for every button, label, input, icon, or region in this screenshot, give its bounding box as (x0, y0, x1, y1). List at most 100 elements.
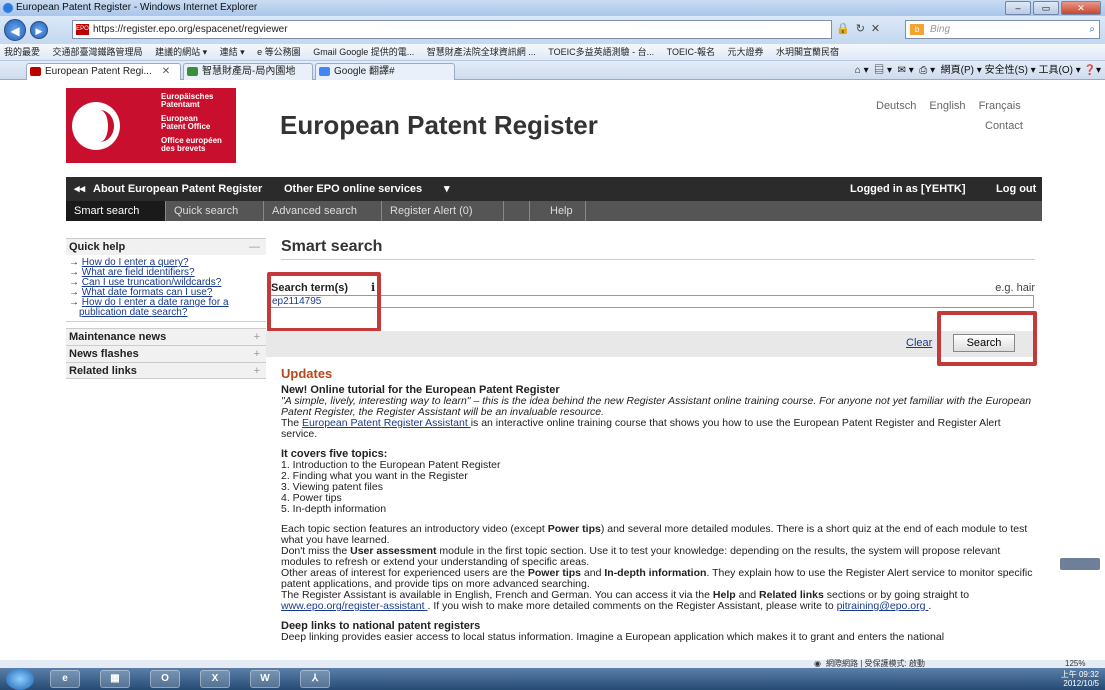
example-hint: e.g. hair (995, 282, 1035, 294)
update-paragraph: Deep linking provides easier access to l… (281, 631, 945, 643)
favorite-item[interactable]: TOEIC多益英語測驗 - 台... (548, 47, 654, 57)
lang-deutsch[interactable]: Deutsch (876, 100, 916, 112)
favorite-item[interactable]: 我的最愛 (4, 47, 40, 57)
other-services-link[interactable]: Other EPO online services (284, 177, 422, 201)
tab-epo[interactable]: European Patent Regi... ✕ (26, 63, 181, 80)
favorite-item[interactable]: 連結 ▾ (220, 47, 245, 57)
excel-taskbar-icon[interactable]: X (200, 670, 230, 688)
favorite-item[interactable]: Gmail Google 提供的電... (313, 47, 414, 57)
favorites-bar: 我的最愛 交通部臺灣鐵路管理局 建議的網站 ▾ 連結 ▾ e 等公務園 Gmai… (0, 44, 1105, 61)
lang-english[interactable]: English (929, 100, 965, 112)
lock-icon[interactable]: 🔒 (836, 23, 856, 35)
maintenance-news-header[interactable]: Maintenance news + (66, 328, 266, 345)
back-button[interactable]: ◀ (4, 19, 26, 41)
minimize-button[interactable]: – (1005, 1, 1031, 15)
tab-google-translate[interactable]: Google 翻譯# (315, 63, 455, 80)
lang-francais[interactable]: Français (979, 100, 1021, 112)
collapse-icon[interactable]: — (249, 239, 260, 256)
favorite-item[interactable]: 智慧財產法院全球資訊網 ... (427, 47, 536, 57)
highlight-box-search-terms (267, 272, 381, 332)
mail-icon[interactable]: ✉ ▾ (898, 65, 914, 76)
register-assistant-link[interactable]: European Patent Register Assistant (302, 417, 471, 429)
epo-tab-icon (30, 67, 41, 76)
logo-text: Patentamt (161, 100, 200, 109)
tab-row: European Patent Regi... ✕ 智慧財產局-局內園地 Goog… (0, 61, 1105, 80)
training-email-link[interactable]: pitraining@epo.org (837, 600, 929, 612)
tab-tipo[interactable]: 智慧財產局-局內園地 (183, 63, 313, 80)
address-bar[interactable]: EPO https://register.epo.org/espacenet/r… (72, 20, 832, 39)
tipo-tab-icon (187, 67, 198, 76)
language-links: Deutsch English Français (866, 100, 1021, 112)
address-tools: 🔒↻✕ (836, 22, 886, 35)
outlook-taskbar-icon[interactable]: O (150, 670, 180, 688)
tab-smart-search[interactable]: Smart search (66, 201, 166, 221)
start-button[interactable] (6, 668, 34, 690)
topics-list: 1. Introduction to the European Patent R… (281, 460, 1035, 515)
tab-register-alert[interactable]: Register Alert (0) (382, 201, 504, 221)
forward-button[interactable]: ▶ (30, 21, 48, 39)
topic-item: 2. Finding what you want in the Register (281, 470, 468, 482)
pdf-taskbar-icon[interactable]: ⅄ (300, 670, 330, 688)
logo-text: Patent Office (161, 122, 211, 131)
word-taskbar-icon[interactable]: W (250, 670, 280, 688)
expand-icon[interactable]: + (254, 363, 260, 380)
tab-close-icon[interactable]: ✕ (162, 66, 170, 77)
tab-quick-search[interactable]: Quick search (166, 201, 264, 221)
epo-logo[interactable]: Europäisches Patentamt European Patent O… (66, 88, 236, 163)
favorite-item[interactable]: 交通部臺灣鐵路管理局 (53, 47, 143, 57)
epo-favicon-icon: EPO (76, 24, 89, 35)
magnifier-icon[interactable]: ⌕ (1089, 21, 1095, 38)
search-engine-label: Bing (930, 24, 951, 35)
updates-section: Updates New! Online tutorial for the Eur… (281, 366, 1035, 652)
updates-title: Updates (281, 366, 333, 381)
tab-help[interactable]: Help (530, 201, 586, 221)
command-bar[interactable]: ⌂ ▾ ▤ ▾ ✉ ▾ ⎙ ▾ 網頁(P) ▾ 安全性(S) ▾ 工具(O) ▾… (855, 62, 1101, 79)
ie-taskbar-icon[interactable]: e (50, 670, 80, 688)
zoom-level[interactable]: 125% (1065, 660, 1085, 668)
help-link[interactable]: publication date search? (79, 307, 187, 318)
clock[interactable]: 上午 09:32 2012/10/5 (1061, 670, 1099, 688)
tab-advanced-search[interactable]: Advanced search (264, 201, 382, 221)
close-button[interactable]: ✕ (1061, 1, 1101, 15)
status-bar: ◉ 網際網路 | 受保護模式: 啟動 125% (0, 660, 1105, 668)
chevron-down-icon[interactable]: ▾ (444, 177, 450, 201)
expand-icon[interactable]: + (254, 329, 260, 346)
search-input[interactable] (269, 295, 1034, 308)
command-menus[interactable]: 網頁(P) ▾ 安全性(S) ▾ 工具(O) ▾ (941, 65, 1081, 76)
help-icon[interactable]: ❓▾ (1084, 65, 1101, 76)
feeds-icon[interactable]: ▤ ▾ (874, 65, 892, 76)
logout-link[interactable]: Log out (996, 177, 1036, 201)
clear-link[interactable]: Clear (906, 337, 932, 349)
topic-item: 3. Viewing patent files (281, 481, 383, 493)
back-arrows-icon: ◂◂ (74, 183, 86, 195)
contact-link[interactable]: Contact (985, 120, 1023, 132)
text: In-depth information (604, 567, 707, 579)
print-icon[interactable]: ⎙ ▾ (919, 65, 935, 76)
register-assistant-url-link[interactable]: www.epo.org/register-assistant (281, 600, 427, 612)
search-nav: Smart search Quick search Advanced searc… (66, 201, 1042, 221)
news-title: News flashes (69, 348, 139, 360)
maximize-button[interactable]: ▭ (1033, 1, 1059, 15)
topic-item: 4. Power tips (281, 492, 342, 504)
expand-icon[interactable]: + (254, 346, 260, 363)
stop-icon[interactable]: ✕ (871, 23, 886, 35)
highlight-box-search-button (937, 311, 1037, 366)
update-quote: "A simple, lively, interesting way to le… (281, 395, 1032, 418)
about-link[interactable]: About European Patent Register (93, 177, 262, 201)
quick-help-title: Quick help (69, 241, 126, 253)
favorite-item[interactable]: e 等公務園 (257, 47, 301, 57)
favorite-item[interactable]: TOEIC-報名 (667, 47, 715, 57)
favorite-item[interactable]: 元大證券 (727, 47, 763, 57)
quick-help-header[interactable]: Quick help — (66, 238, 266, 255)
text: . (928, 600, 932, 612)
search-box[interactable]: b Bing ⌕ (905, 20, 1100, 39)
favorite-item[interactable]: 水玥閣宣蘭民宿 (776, 47, 839, 57)
tab-label: 智慧財產局-局內園地 (202, 66, 296, 77)
news-flashes-header[interactable]: News flashes + (66, 345, 266, 362)
related-links-header[interactable]: Related links + (66, 362, 266, 379)
home-icon[interactable]: ⌂ ▾ (855, 65, 869, 76)
favorite-item[interactable]: 建議的網站 ▾ (155, 47, 207, 57)
side-gadget[interactable] (1060, 558, 1100, 570)
folder-taskbar-icon[interactable]: ▦ (100, 670, 130, 688)
refresh-icon[interactable]: ↻ (856, 23, 871, 35)
